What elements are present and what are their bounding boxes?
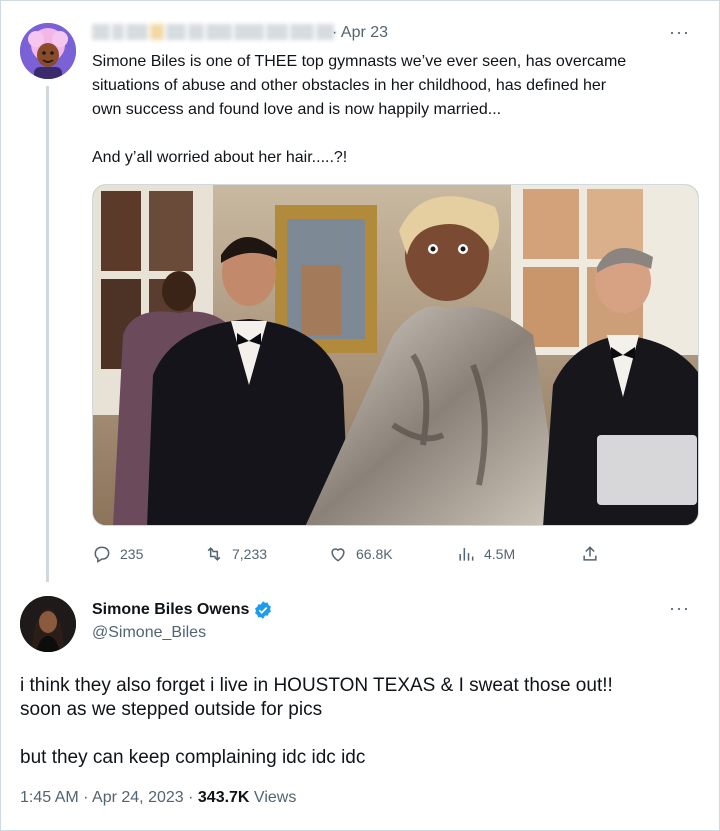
tweet-line: i think they also forget i live in HOUST… (20, 675, 613, 696)
reply-count: 235 (120, 546, 144, 562)
like-button[interactable]: 66.8K (328, 544, 393, 564)
retweet-count: 7,233 (232, 546, 268, 562)
tweet-media-image[interactable] (92, 184, 699, 526)
views-label: Views (249, 789, 297, 806)
heart-icon (331, 548, 345, 562)
retweet-icon (207, 547, 221, 561)
share-icon (583, 546, 597, 561)
tweet-line: but they can keep complaining idc idc id… (20, 747, 366, 768)
views-count: 343.7K (197, 789, 250, 806)
reply-icon (94, 546, 110, 563)
reply-button[interactable]: 235 (92, 544, 143, 564)
thread-line (46, 86, 49, 582)
views-button[interactable]: 4.5M (456, 544, 515, 564)
tweet-date-text: Apr 23 (340, 24, 389, 41)
tweet-text: i think they also forget i live in HOUST… (20, 674, 700, 770)
display-name[interactable]: Simone Biles Owens (92, 600, 273, 620)
more-dots-icon[interactable]: ··· (669, 598, 690, 619)
tweet-line: own success and found love and is now ha… (92, 101, 502, 118)
tweet-line: And y’all worried about her hair.....?! (92, 149, 348, 166)
author-name-blurred (92, 24, 334, 40)
author-avatar[interactable] (20, 23, 76, 79)
like-count: 66.8K (356, 546, 393, 562)
tweet-meta: 1:45 AM · Apr 24, 2023 · 343.7K Views (20, 789, 296, 807)
tweet-line: Simone Biles is one of THEE top gymnasts… (92, 53, 627, 70)
display-name-text: Simone Biles Owens (92, 601, 250, 618)
analytics-icon (459, 548, 474, 561)
tweet-line: soon as we stepped outside for pics (20, 699, 323, 720)
retweet-button[interactable]: 7,233 (204, 544, 267, 564)
tweet-line: situations of abuse and other obstacles … (92, 77, 607, 94)
tweet-text: Simone Biles is one of THEE top gymnasts… (92, 50, 704, 170)
author-avatar[interactable] (20, 596, 76, 652)
views-count: 4.5M (484, 546, 516, 562)
tweet-date[interactable]: · Apr 23 (332, 24, 388, 42)
user-handle[interactable]: @Simone_Biles (92, 624, 206, 642)
more-dots-icon[interactable]: ··· (669, 22, 690, 43)
tweet-actions: 235 7,233 66.8K 4.5M (92, 544, 612, 568)
verified-badge-icon (255, 601, 272, 619)
tweet-timestamp[interactable]: 1:45 AM · Apr 24, 2023 · (20, 789, 198, 806)
share-button[interactable] (580, 544, 600, 564)
